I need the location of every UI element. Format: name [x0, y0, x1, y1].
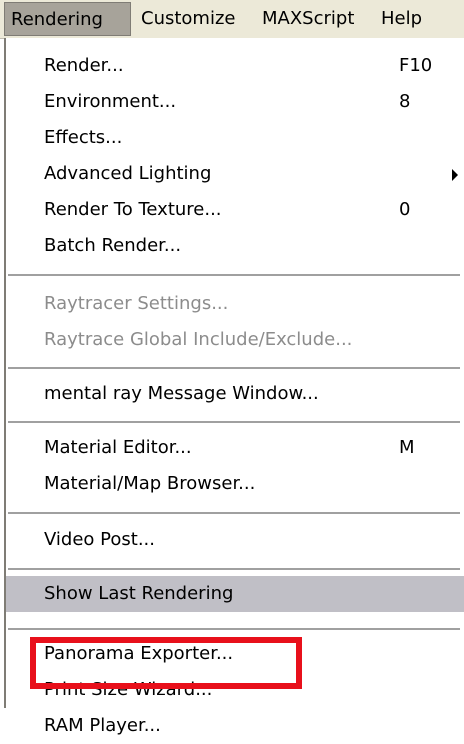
menu-item-label: Panorama Exporter...: [44, 643, 234, 664]
menu-item-label: Video Post...: [44, 529, 155, 550]
menu-item-label: mental ray Message Window...: [44, 383, 319, 404]
menu-item-label: Environment...: [44, 91, 177, 112]
menu-item-batch-render[interactable]: Batch Render...: [6, 228, 464, 264]
menu-rendering[interactable]: Rendering: [4, 2, 131, 36]
menu-item-label: Show Last Rendering: [44, 583, 234, 604]
shortcut-label: 8: [399, 91, 411, 112]
menu-item-render-to-texture[interactable]: Render To Texture... 0: [6, 192, 464, 228]
menu-item-label: Batch Render...: [44, 235, 182, 256]
menu-item-label: Raytrace Global Include/Exclude...: [44, 329, 353, 350]
menu-item-material-editor[interactable]: Material Editor... M: [6, 430, 464, 466]
shortcut-label: M: [399, 437, 415, 458]
menu-help[interactable]: Help: [381, 6, 422, 32]
menu-item-panorama-exporter[interactable]: Panorama Exporter...: [6, 636, 464, 672]
menu-maxscript[interactable]: MAXScript: [262, 6, 354, 32]
menu-separator: [8, 367, 460, 369]
menu-item-raytrace-global-include-exclude: Raytrace Global Include/Exclude...: [6, 322, 464, 358]
menu-item-label: Material/Map Browser...: [44, 473, 256, 494]
menu-item-video-post[interactable]: Video Post...: [6, 522, 464, 558]
menu-item-label: Render To Texture...: [44, 199, 222, 220]
menu-separator: [8, 512, 460, 514]
menu-item-label: RAM Player...: [44, 715, 161, 736]
menu-item-render[interactable]: Render... F10: [6, 48, 464, 84]
menu-separator: [8, 568, 460, 570]
menu-item-mental-ray-message-window[interactable]: mental ray Message Window...: [6, 376, 464, 412]
menu-item-environment[interactable]: Environment... 8: [6, 84, 464, 120]
menu-item-label: Advanced Lighting: [44, 163, 212, 184]
menu-item-label: Raytracer Settings...: [44, 293, 229, 314]
shortcut-label: 0: [399, 199, 411, 220]
menu-item-label: Print Size Wizard...: [44, 679, 213, 700]
menu-separator: [8, 421, 460, 423]
menu-item-material-map-browser[interactable]: Material/Map Browser...: [6, 466, 464, 502]
menu-item-label: Render...: [44, 55, 124, 76]
menu-bar: Rendering Customize MAXScript Help: [0, 0, 464, 39]
menu-item-label: Effects...: [44, 127, 123, 148]
menu-item-raytracer-settings: Raytracer Settings...: [6, 286, 464, 322]
menu-item-show-last-rendering[interactable]: Show Last Rendering: [6, 576, 464, 612]
menu-item-label: Material Editor...: [44, 437, 192, 458]
submenu-arrow-icon: [452, 169, 458, 181]
menu-customize[interactable]: Customize: [141, 6, 235, 32]
shortcut-label: F10: [399, 55, 433, 76]
menu-item-effects[interactable]: Effects...: [6, 120, 464, 156]
rendering-dropdown-menu: Render... F10 Environment... 8 Effects..…: [4, 38, 464, 736]
menu-separator: [8, 274, 460, 276]
menu-item-print-size-wizard[interactable]: Print Size Wizard...: [6, 672, 464, 708]
menu-item-advanced-lighting[interactable]: Advanced Lighting: [6, 156, 464, 192]
menu-separator: [8, 628, 460, 630]
menu-item-ram-player[interactable]: RAM Player...: [6, 708, 464, 744]
